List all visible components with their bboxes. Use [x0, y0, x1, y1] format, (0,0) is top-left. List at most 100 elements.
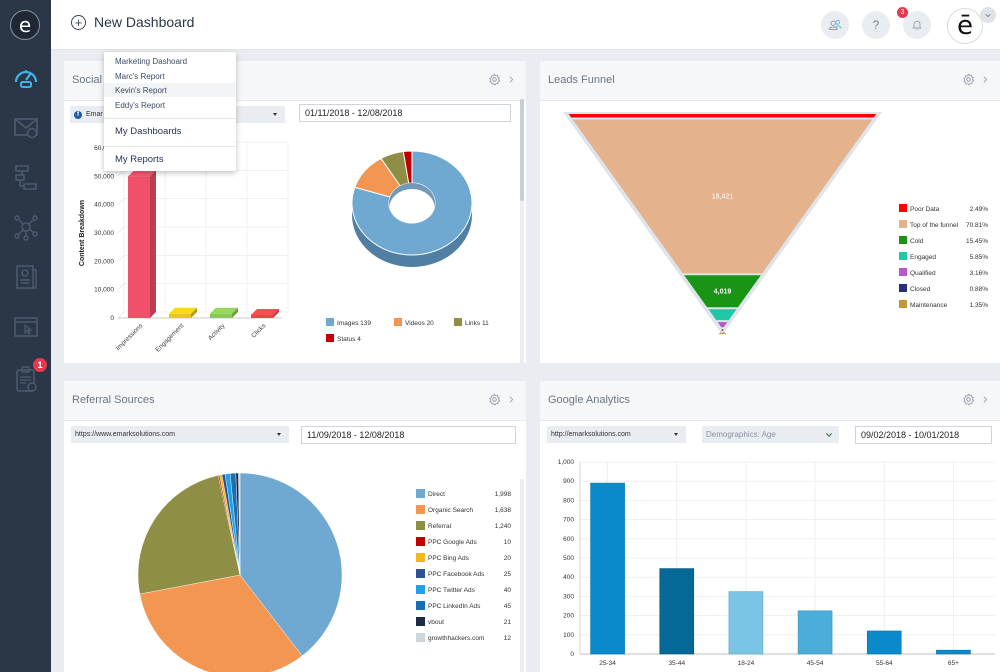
legend-label: Images 139: [337, 320, 371, 327]
help-button[interactable]: ?: [862, 11, 890, 39]
bar-side: [150, 170, 156, 318]
legend-label: PPC Google Ads: [428, 539, 478, 546]
user-avatar[interactable]: ē: [947, 8, 983, 44]
notifications-button[interactable]: 3: [897, 7, 931, 39]
x-tick-label: 45-54: [807, 660, 824, 667]
referral-site-value: https://www.emarksolutions.com: [75, 431, 175, 438]
chevron-down-icon: [825, 433, 833, 437]
y-tick-label: 10,000: [94, 287, 114, 294]
envelope-icon: [14, 118, 38, 139]
y-tick-label: 600: [563, 536, 574, 543]
legend-swatch: [899, 284, 907, 292]
legend-value: 1,998: [495, 491, 512, 498]
legend-swatch: [416, 521, 425, 530]
sidebar-item-tasks[interactable]: 1: [11, 358, 47, 394]
x-tick-label: Clicks: [250, 322, 268, 340]
y-tick-label: 40,000: [94, 202, 114, 209]
y-tick-label: 50,000: [94, 173, 114, 180]
social-date-range-input[interactable]: 01/11/2018 - 12/08/2018: [299, 104, 511, 122]
chevron-right-icon[interactable]: [507, 73, 516, 86]
dropdown-item-report[interactable]: Eddy's Report: [104, 98, 236, 112]
my-reports-link[interactable]: My Reports: [104, 154, 236, 165]
chevron-right-icon[interactable]: [981, 73, 990, 86]
legend-value: 3.16%: [970, 270, 989, 277]
legend-label: Cold: [910, 238, 924, 245]
gear-icon[interactable]: [962, 393, 975, 406]
caret-down-icon: [277, 433, 281, 436]
sidebar-item-contacts[interactable]: [11, 262, 41, 292]
x-tick-label: Engagement: [154, 322, 185, 353]
bell-icon: [912, 20, 922, 30]
sidebar-item-email[interactable]: [11, 112, 41, 142]
legend-value: 70.81%: [966, 222, 988, 229]
social-scrollbar-thumb[interactable]: [520, 99, 524, 201]
sidebar-item-web[interactable]: [11, 312, 41, 342]
legend-swatch: [899, 268, 907, 276]
legend-label: Maintenance: [910, 302, 948, 309]
gear-icon[interactable]: [488, 393, 501, 406]
sidebar-item-dashboard[interactable]: [11, 62, 41, 92]
legend-swatch: [416, 489, 425, 498]
chevron-right-icon[interactable]: [981, 393, 990, 406]
legend-value: 1,638: [495, 507, 512, 514]
x-tick-label: 35-44: [668, 660, 685, 667]
contact-card-icon: [16, 265, 37, 289]
team-button[interactable]: [821, 11, 849, 39]
legend-value: 0.88%: [970, 286, 989, 293]
y-tick-label: 200: [563, 613, 574, 620]
funnel-value-label: 4,019: [714, 288, 732, 295]
app-logo[interactable]: e: [10, 10, 40, 40]
legend-label: vbout: [428, 619, 444, 626]
chevron-down-icon: [985, 13, 991, 18]
y-tick-label: 500: [563, 555, 574, 562]
dropdown-item-report[interactable]: Kevin's Report: [104, 83, 236, 97]
dropdown-item-report[interactable]: Marc's Report: [104, 69, 236, 83]
referral-pie-chart: Direct 1,998 Organic Search 1,638 Referral 1,…: [137, 472, 512, 672]
users-icon: [828, 20, 842, 30]
legend-label: growthhackers.com: [428, 635, 484, 642]
caret-down-icon: [273, 113, 277, 116]
sidebar-item-network[interactable]: [11, 212, 41, 242]
analytics-dimension-select[interactable]: Demographics: Age: [702, 426, 839, 443]
gear-icon[interactable]: [488, 73, 501, 86]
legend-label: Links 11: [465, 320, 489, 327]
y-tick-label: 300: [563, 593, 574, 600]
legend-value: 40: [504, 587, 512, 594]
dropdown-item-report[interactable]: Marketing Dashoard: [104, 54, 236, 68]
my-dashboards-link[interactable]: My Dashboards: [104, 126, 236, 137]
legend-swatch: [394, 318, 402, 326]
funnel-panel-header: Leads Funnel: [540, 61, 1000, 101]
analytics-date-range-input[interactable]: 09/02/2018 - 10/01/2018: [855, 426, 992, 444]
y-tick-label: 1,000: [558, 459, 575, 466]
y-tick-label: 400: [563, 574, 574, 581]
account-menu-toggle[interactable]: [980, 7, 996, 23]
legend-swatch: [326, 334, 334, 342]
analytics-date-range-value: 09/02/2018 - 10/01/2018: [861, 430, 960, 440]
sidebar: e 1: [0, 0, 51, 672]
referral-panel: Referral Sources https://www.emarksoluti…: [64, 381, 526, 672]
bar: [210, 313, 232, 318]
legend-value: 21: [504, 619, 512, 626]
bar: [169, 313, 191, 318]
sidebar-item-workflow[interactable]: [11, 162, 41, 192]
y-tick-label: 20,000: [94, 258, 114, 265]
legend-swatch: [416, 617, 425, 626]
legend-label: Referral: [428, 523, 452, 530]
chevron-right-icon[interactable]: [507, 393, 516, 406]
analytics-site-select[interactable]: http://emarksolutions.com: [547, 426, 686, 443]
y-tick-label: 0: [570, 651, 574, 658]
caret-down-icon: [674, 433, 678, 436]
legend-swatch: [416, 569, 425, 578]
logo-letter: e: [18, 13, 32, 37]
legend-swatch: [416, 505, 425, 514]
gear-icon[interactable]: [962, 73, 975, 86]
legend-swatch: [899, 252, 907, 260]
referral-scrollbar[interactable]: [520, 479, 524, 672]
new-dashboard-button[interactable]: + New Dashboard: [71, 14, 194, 30]
grid-line: [117, 311, 125, 319]
y-tick-label: 0: [110, 315, 114, 322]
dropdown-divider: [104, 146, 236, 147]
legend-swatch: [899, 236, 907, 244]
browser-cursor-icon: [14, 317, 38, 337]
legend-label: Top of the funnel: [910, 222, 959, 229]
